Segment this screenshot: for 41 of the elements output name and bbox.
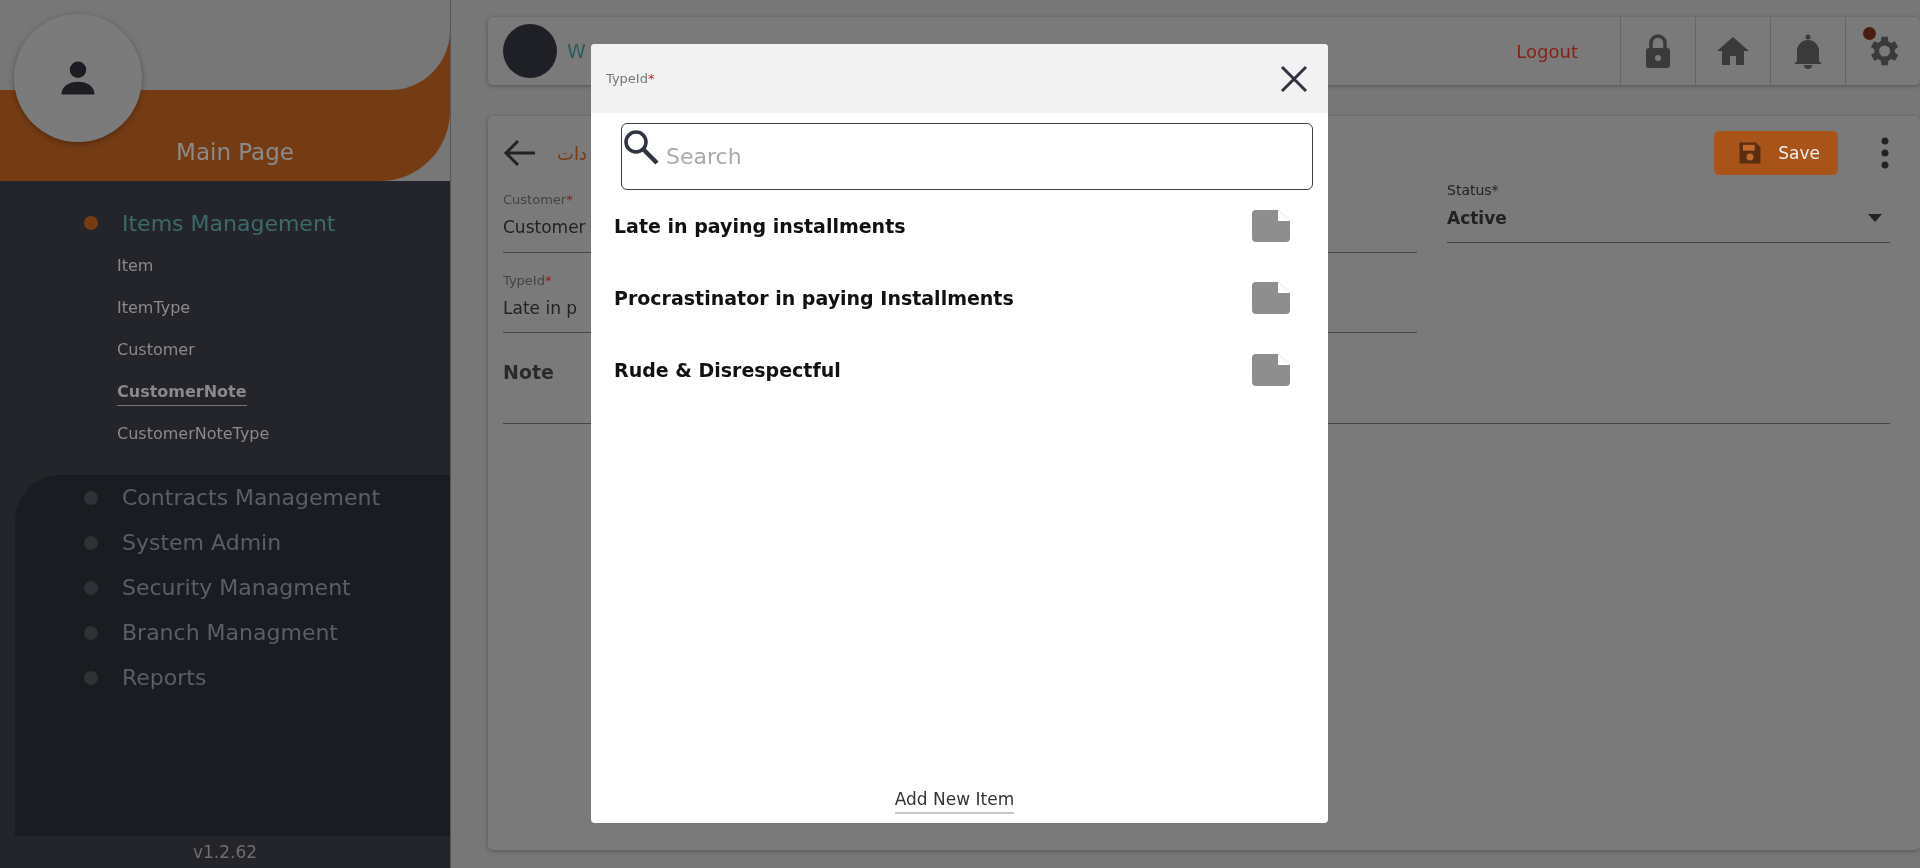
close-icon[interactable] bbox=[1280, 64, 1308, 93]
menu-item[interactable]: Item bbox=[117, 252, 154, 280]
version-label: v1.2.62 bbox=[192, 842, 258, 862]
bullet-icon bbox=[84, 216, 98, 230]
save-button[interactable]: Save bbox=[1714, 131, 1838, 175]
note-icon[interactable] bbox=[1252, 354, 1290, 386]
welcome-text: W bbox=[567, 40, 586, 62]
menu-item[interactable]: Customer bbox=[117, 336, 195, 364]
option-row[interactable]: Rude & Disrespectful bbox=[614, 334, 1290, 406]
field-label: Status* bbox=[1447, 182, 1499, 198]
form-field[interactable]: Status* Active bbox=[1447, 182, 1890, 243]
note-icon[interactable] bbox=[1252, 210, 1290, 242]
search-field[interactable]: Search bbox=[621, 123, 1313, 190]
avatar[interactable] bbox=[503, 24, 557, 78]
search-icon bbox=[623, 129, 659, 165]
lock-icon bbox=[1643, 33, 1673, 69]
option-row[interactable]: Procrastinator in paying Installments bbox=[614, 262, 1290, 334]
home-icon bbox=[1715, 35, 1751, 67]
dialog-title: TypeId* bbox=[606, 71, 655, 86]
form-title: دات bbox=[557, 142, 587, 164]
menu-group[interactable]: Reports bbox=[122, 665, 207, 690]
add-new-item-link[interactable]: Add New Item bbox=[894, 789, 1015, 814]
menu-item[interactable]: CustomerNote bbox=[117, 378, 247, 406]
menu-group[interactable]: Contracts Management bbox=[122, 485, 381, 510]
menu-group[interactable]: Items Management bbox=[122, 210, 336, 236]
main-page-link[interactable]: Main Page bbox=[176, 139, 294, 165]
menu-group[interactable]: Branch Managment bbox=[122, 620, 338, 645]
note-icon[interactable] bbox=[1252, 282, 1290, 314]
field-value: Customer bbox=[503, 217, 586, 237]
menu-group[interactable]: System Admin bbox=[122, 530, 282, 555]
menu-item[interactable]: CustomerNoteType bbox=[117, 420, 270, 448]
bell-icon bbox=[1793, 33, 1823, 69]
back-arrow-icon[interactable] bbox=[503, 138, 537, 168]
menu-item[interactable]: ItemType bbox=[117, 294, 191, 322]
field-value: Active bbox=[1447, 208, 1507, 228]
more-options-icon[interactable] bbox=[1880, 136, 1890, 170]
menu-group[interactable]: Security Managment bbox=[122, 575, 351, 600]
field-label: Note bbox=[503, 361, 554, 383]
field-value: Late in p bbox=[503, 298, 578, 318]
dropdown-caret-icon bbox=[1868, 214, 1882, 222]
option-row[interactable]: Late in paying installments bbox=[614, 190, 1290, 262]
